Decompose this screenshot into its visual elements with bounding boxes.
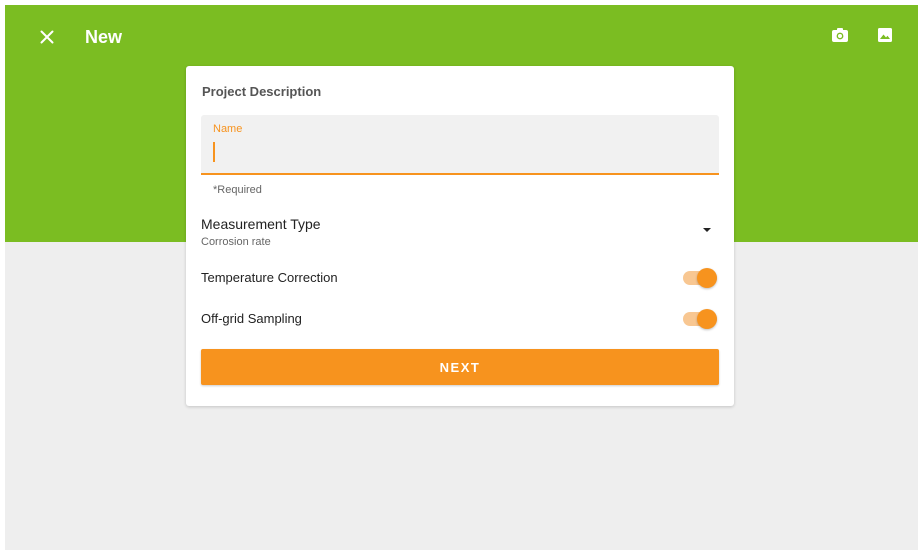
temperature-correction-switch[interactable] [683,268,717,288]
text-caret [213,142,215,162]
measurement-type-value: Corrosion rate [201,236,271,248]
off-grid-sampling-switch[interactable] [683,309,717,329]
off-grid-sampling-label: Off-grid Sampling [201,311,302,326]
project-description-card: Project Description Name *Required Measu… [186,66,734,406]
app-screen: New Project Description Name *Required M… [5,5,918,550]
close-icon [40,30,54,44]
switch-thumb [697,309,717,329]
switch-thumb [697,268,717,288]
camera-icon [832,28,848,42]
required-helper-text: *Required [213,184,262,196]
page-title: New [85,27,123,47]
temperature-correction-row: Temperature Correction [201,263,719,293]
camera-button[interactable] [827,22,853,48]
name-field[interactable]: Name [201,115,719,175]
off-grid-sampling-row: Off-grid Sampling [201,304,719,334]
dropdown-arrow-icon [703,228,711,232]
name-input[interactable] [211,139,705,163]
gallery-button[interactable] [872,22,898,48]
close-button[interactable] [33,23,61,51]
temperature-correction-label: Temperature Correction [201,270,338,285]
name-field-label: Name [213,123,243,135]
measurement-type-dropdown[interactable]: Measurement Type Corrosion rate [201,211,719,251]
measurement-type-label: Measurement Type [201,216,321,232]
image-icon [878,28,892,42]
next-button[interactable]: NEXT [201,349,719,385]
card-heading: Project Description [202,84,322,99]
